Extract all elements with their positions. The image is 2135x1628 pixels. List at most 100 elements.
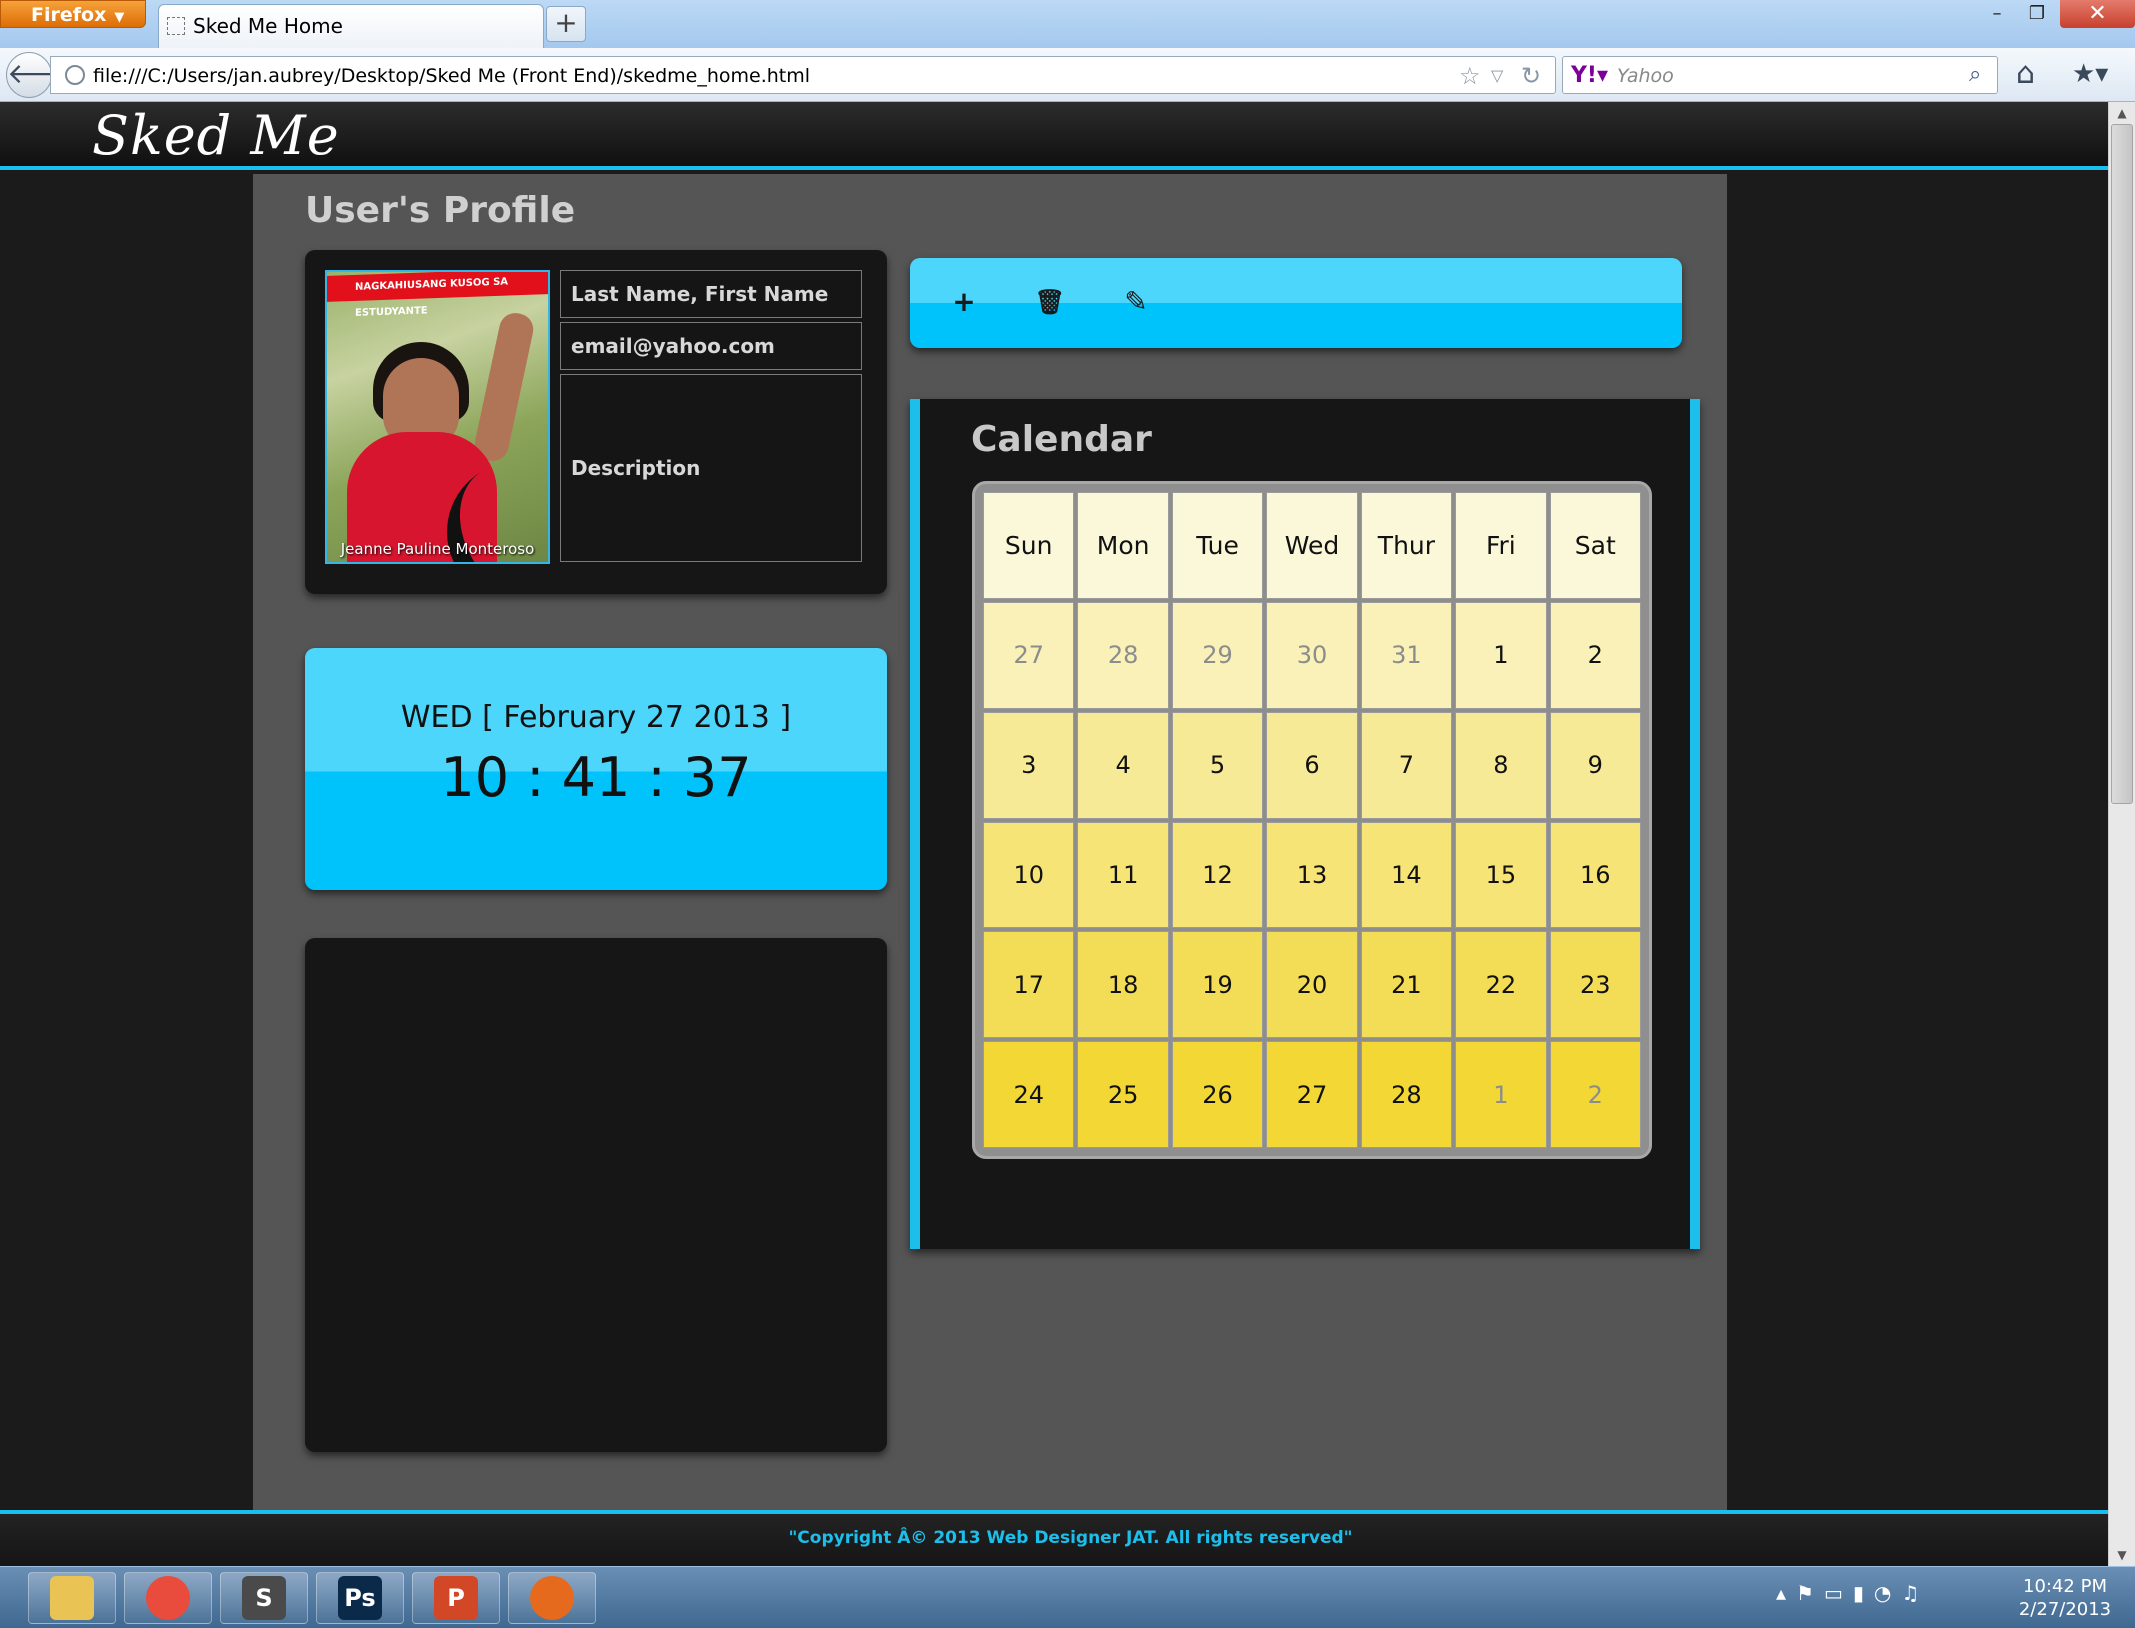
firefox-menu-label: Firefox: [31, 4, 107, 26]
calendar-date-cell[interactable]: 24: [983, 1041, 1075, 1148]
calendar-date-cell[interactable]: 10: [983, 821, 1075, 929]
scroll-down-arrow-icon[interactable]: ▼: [2110, 1545, 2134, 1565]
profile-photo[interactable]: NAGKAHIUSANG KUSOG SA ESTUDYANTE Jeanne …: [325, 270, 550, 564]
email-field[interactable]: email@yahoo.com: [560, 322, 862, 370]
photo-caption: Jeanne Pauline Monteroso: [340, 540, 535, 558]
page-title: User's Profile: [305, 190, 576, 231]
calendar-day-header: Sat: [1549, 492, 1641, 599]
bookmarks-menu-icon[interactable]: ★▾: [2072, 54, 2108, 94]
system-tray-icons[interactable]: ▴⚑▭▮◔♫: [1776, 1581, 1929, 1605]
file-explorer-icon: [50, 1576, 94, 1620]
calendar-day-header: Fri: [1455, 492, 1547, 599]
calendar-date-cell[interactable]: 17: [983, 931, 1075, 1039]
calendar-date-cell[interactable]: 15: [1455, 821, 1547, 929]
description-field[interactable]: Description: [560, 374, 862, 562]
chevron-down-icon: ▼: [114, 10, 125, 25]
calendar-date-cell[interactable]: 30: [1266, 601, 1358, 709]
firefox-icon: [530, 1576, 574, 1620]
calendar-date-cell[interactable]: 20: [1266, 931, 1358, 1039]
search-bar[interactable]: Y!▾ Yahoo ⌕: [1562, 56, 1998, 94]
history-dropdown-icon[interactable]: ▽: [1491, 57, 1503, 95]
address-bar[interactable]: file:///C:/Users/jan.aubrey/Desktop/Sked…: [50, 56, 1556, 94]
calendar-day-header: Thur: [1360, 492, 1453, 599]
home-icon[interactable]: ⌂: [2016, 54, 2035, 94]
calendar-panel: Calendar Sun Mon Tue Wed Thur Fri Sat 27 28 29 30 3…: [910, 399, 1700, 1249]
calendar-date-cell[interactable]: 25: [1077, 1041, 1169, 1148]
notes-panel: [305, 938, 887, 1452]
calendar-date-cell[interactable]: 12: [1171, 821, 1264, 929]
calendar-date-cell[interactable]: 14: [1360, 821, 1453, 929]
taskbar-date: 2/27/2013: [2018, 1599, 2112, 1620]
calendar-date-cell[interactable]: 31: [1360, 601, 1453, 709]
calendar-date-cell[interactable]: 3: [983, 711, 1075, 819]
edit-pencil-icon[interactable]: ✎: [1116, 280, 1156, 324]
scrollbar-thumb[interactable]: [2111, 124, 2133, 804]
site-identity-icon[interactable]: [65, 65, 85, 85]
calendar-date-cell[interactable]: 2: [1549, 601, 1641, 709]
calendar-date-cell[interactable]: 1: [1455, 1041, 1547, 1148]
taskbar-clock[interactable]: 10:42 PM 2/27/2013: [2000, 1575, 2130, 1621]
event-toolbar: + 🗑 ✎: [910, 258, 1682, 348]
trash-icon[interactable]: 🗑: [1030, 280, 1070, 324]
taskbar-app-button[interactable]: [508, 1572, 596, 1624]
windows-taskbar: S Ps P ▴⚑▭▮◔♫ 10:42 PM 2/27/2013: [0, 1566, 2135, 1628]
photoshop-icon: Ps: [338, 1576, 382, 1620]
bookmark-star-icon[interactable]: ☆: [1459, 57, 1481, 95]
taskbar-app-button[interactable]: Ps: [316, 1572, 404, 1624]
close-window-button[interactable]: ✕: [2060, 0, 2135, 28]
calendar-day-header: Sun: [983, 492, 1075, 599]
photo-banner: NAGKAHIUSANG KUSOG SA ESTUDYANTE: [327, 272, 548, 319]
calendar-date-cell[interactable]: 23: [1549, 931, 1641, 1039]
calendar-date-cell[interactable]: 11: [1077, 821, 1169, 929]
calendar-date-cell[interactable]: 28: [1077, 601, 1169, 709]
restore-button[interactable]: ❐: [2015, 0, 2059, 28]
taskbar-app-button[interactable]: P: [412, 1572, 500, 1624]
search-icon[interactable]: ⌕: [1969, 57, 1981, 93]
firefox-menu-button[interactable]: Firefox ▼: [0, 0, 146, 28]
site-logo[interactable]: Sked Me: [92, 104, 340, 167]
calendar-date-cell[interactable]: 27: [983, 601, 1075, 709]
minimize-button[interactable]: –: [1975, 0, 2019, 28]
calendar-date-cell[interactable]: 7: [1360, 711, 1453, 819]
calendar-date-cell[interactable]: 13: [1266, 821, 1358, 929]
taskbar-app-button[interactable]: S: [220, 1572, 308, 1624]
page-favicon-icon: [167, 17, 185, 35]
calendar-date-cell[interactable]: 27: [1266, 1041, 1358, 1148]
calendar-date-cell[interactable]: 16: [1549, 821, 1641, 929]
scroll-up-arrow-icon[interactable]: ▲: [2110, 103, 2134, 123]
taskbar-time: 10:42 PM: [2023, 1576, 2107, 1597]
name-field[interactable]: Last Name, First Name: [560, 270, 862, 318]
browser-title-bar: Firefox ▼ Sked Me Home + – ❐ ✕: [0, 0, 2135, 48]
clock-time: 10 : 41 : 37: [440, 746, 752, 809]
clock-panel: WED [ February 27 2013 ] 10 : 41 : 37: [305, 648, 887, 890]
search-placeholder: Yahoo: [1617, 65, 1674, 87]
calendar-day-header: Wed: [1266, 492, 1358, 599]
calendar-date-cell[interactable]: 8: [1455, 711, 1547, 819]
new-tab-button[interactable]: +: [546, 6, 586, 42]
calendar-date-cell[interactable]: 29: [1171, 601, 1264, 709]
calendar-date-cell[interactable]: 5: [1171, 711, 1264, 819]
back-button[interactable]: 🡐: [6, 52, 82, 98]
calendar-date-cell[interactable]: 22: [1455, 931, 1547, 1039]
calendar-date-cell[interactable]: 2: [1549, 1041, 1641, 1148]
browser-tab-active[interactable]: Sked Me Home: [158, 4, 544, 48]
calendar-date-cell[interactable]: 28: [1360, 1041, 1453, 1148]
calendar-date-cell[interactable]: 1: [1455, 601, 1547, 709]
calendar-date-cell[interactable]: 19: [1171, 931, 1264, 1039]
calendar-frame: Sun Mon Tue Wed Thur Fri Sat 27 28 29 30 31 1 2 3 4 5 6 7 8…: [972, 481, 1652, 1159]
calendar-date-cell[interactable]: 6: [1266, 711, 1358, 819]
web-page: Sked Me User's Profile NAGKAHIUSANG KUSO…: [0, 102, 2108, 1566]
calendar-date-cell[interactable]: 4: [1077, 711, 1169, 819]
reload-icon[interactable]: ↻: [1521, 57, 1541, 95]
add-icon[interactable]: +: [944, 280, 984, 324]
calendar-date-cell[interactable]: 18: [1077, 931, 1169, 1039]
calendar-date-cell[interactable]: 21: [1360, 931, 1453, 1039]
chrome-icon: [146, 1576, 190, 1620]
calendar-date-cell[interactable]: 9: [1549, 711, 1641, 819]
yahoo-engine-icon[interactable]: Y!▾: [1571, 57, 1608, 95]
taskbar-app-button[interactable]: [28, 1572, 116, 1624]
taskbar-app-button[interactable]: [124, 1572, 212, 1624]
calendar-title: Calendar: [971, 419, 1152, 460]
main-content: User's Profile NAGKAHIUSANG KUSOG SA EST…: [253, 174, 1727, 1510]
calendar-date-cell[interactable]: 26: [1171, 1041, 1264, 1148]
